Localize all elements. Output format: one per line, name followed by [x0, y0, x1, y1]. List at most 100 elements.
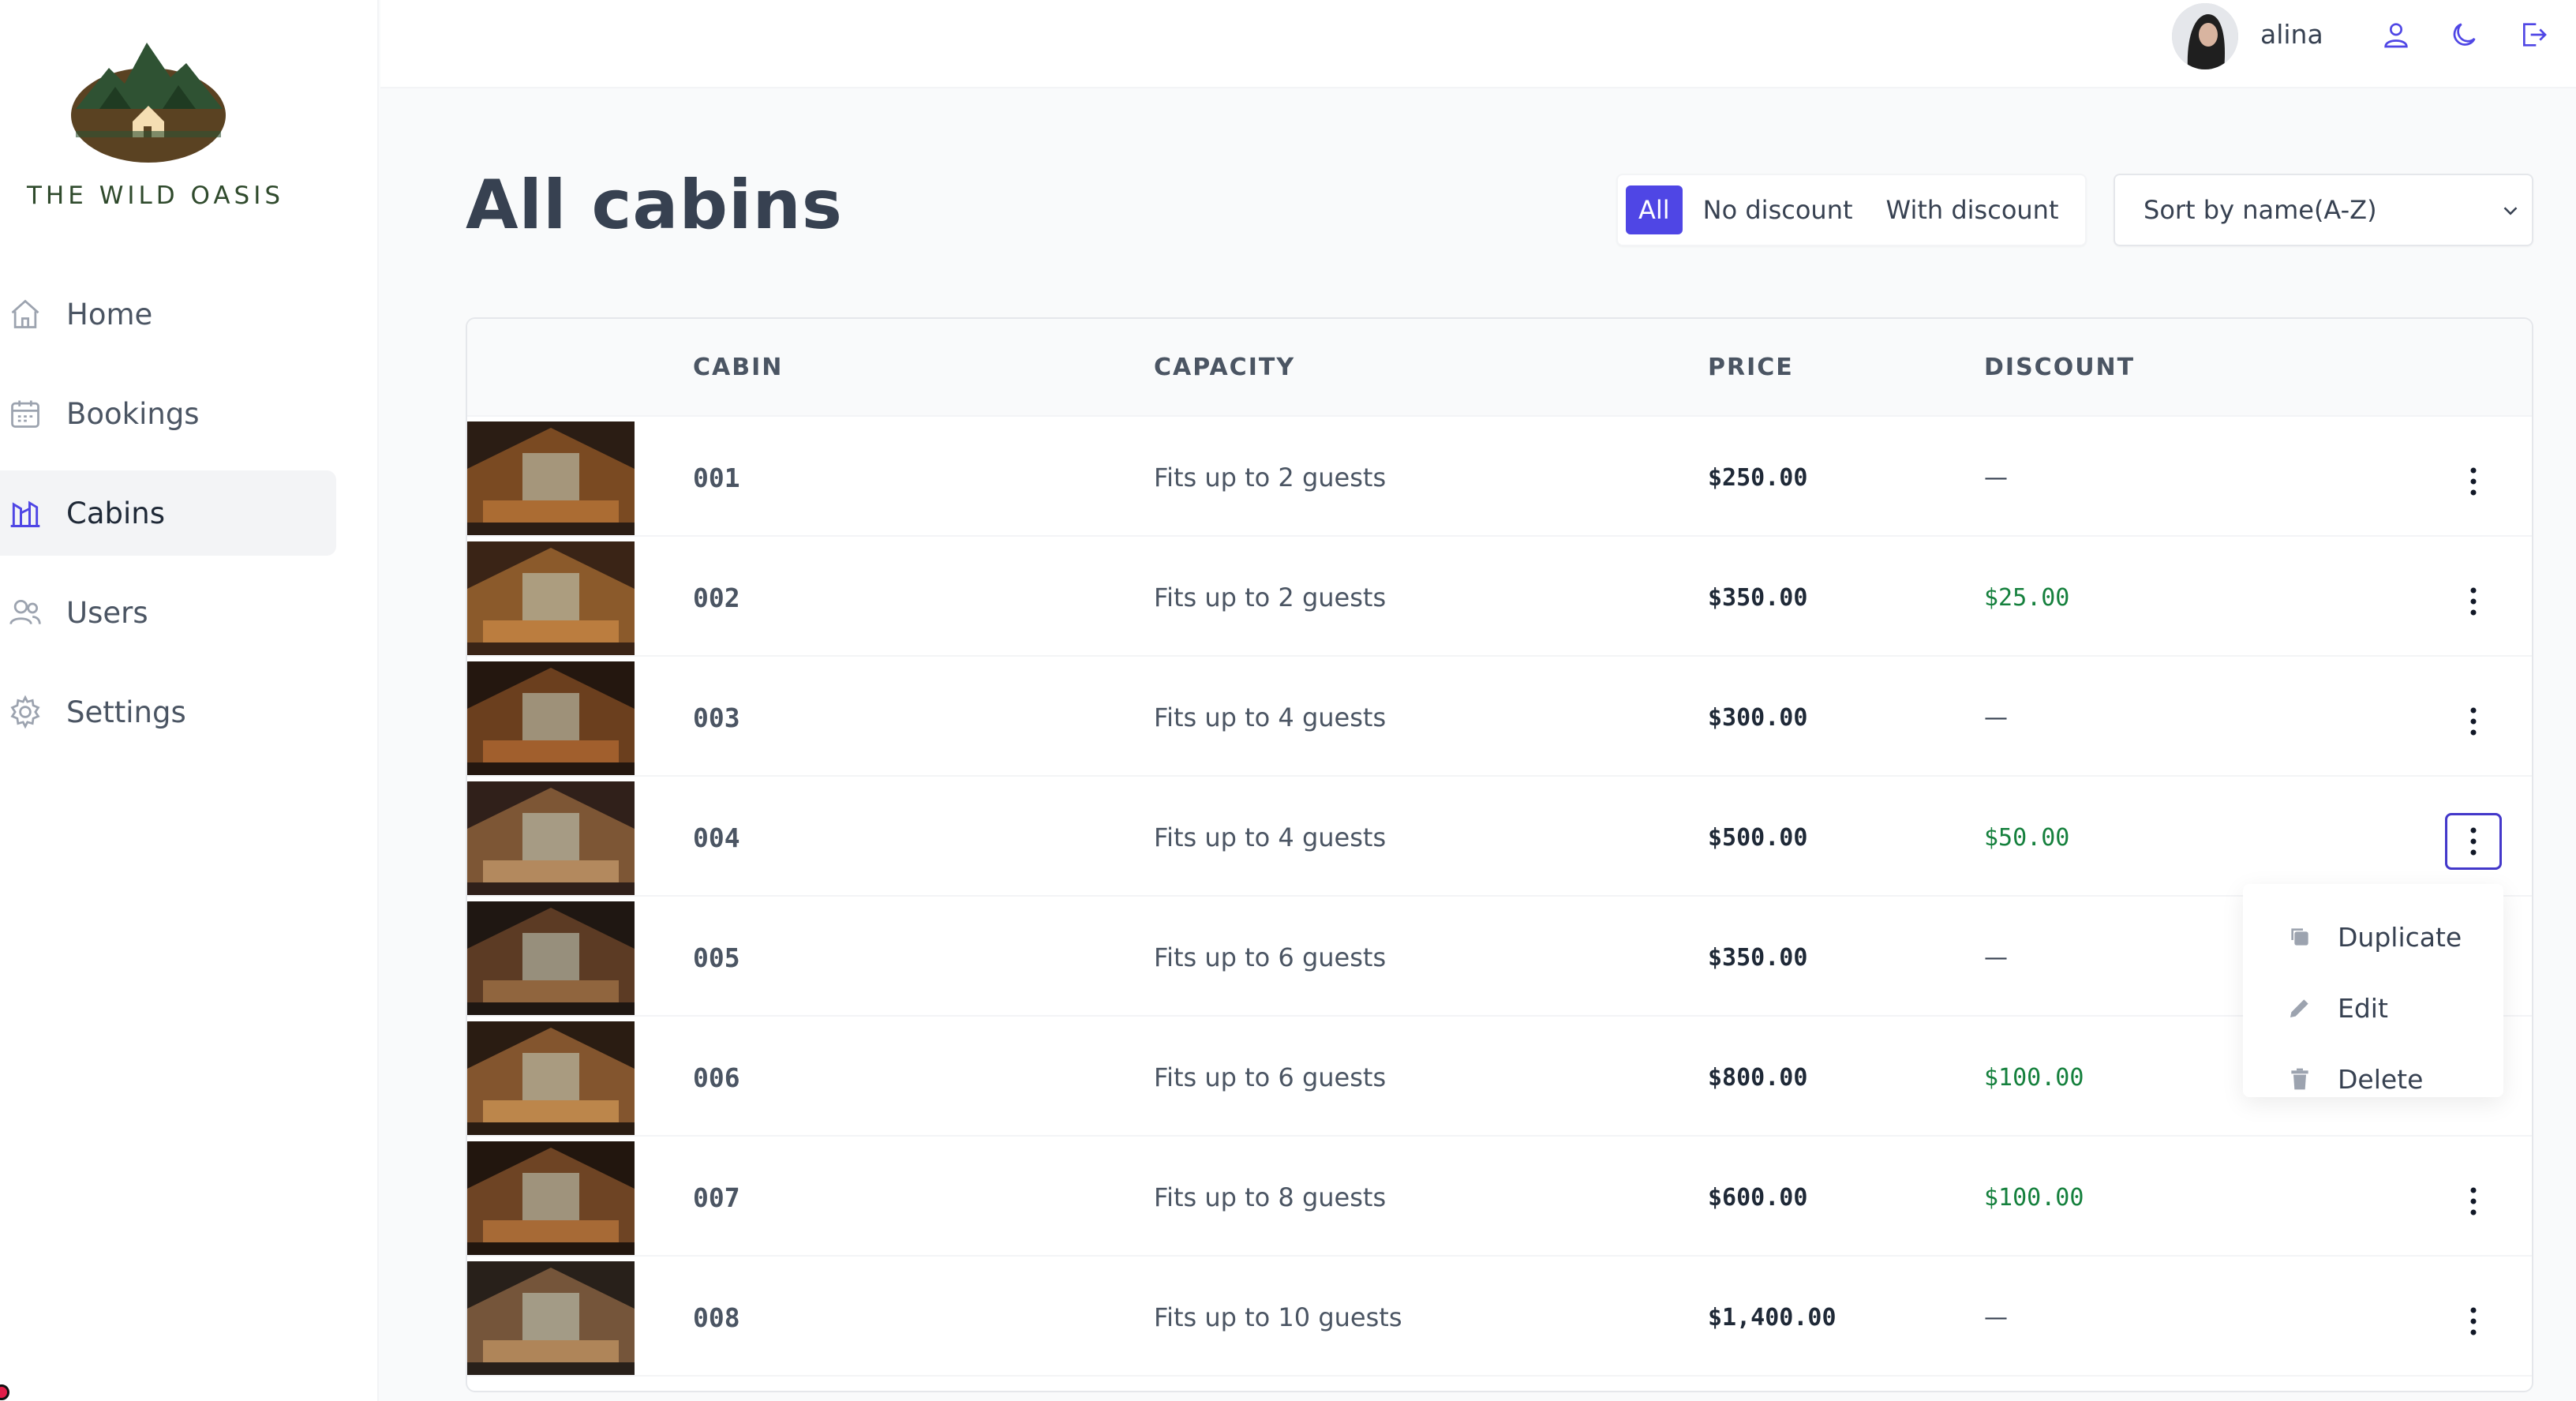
row-actions-button[interactable] — [2445, 813, 2502, 870]
sidebar-item-label: Home — [66, 297, 153, 332]
cabin-image — [467, 1261, 635, 1375]
brand-name: THE WILD OASIS — [27, 182, 285, 210]
row-actions-button[interactable] — [2445, 1293, 2502, 1350]
cabin-capacity: Fits up to 2 guests — [1154, 463, 1387, 493]
cabin-image — [467, 421, 635, 535]
gear-icon — [8, 695, 43, 729]
cabin-discount: $100.00 — [1984, 1184, 2084, 1212]
sidebar-item-settings[interactable]: Settings — [0, 669, 336, 755]
cabin-price: $350.00 — [1708, 584, 1808, 612]
sidebar: THE WILD OASIS Home Bookings Cabins User… — [0, 0, 379, 1401]
cabin-price: $1,400.00 — [1708, 1304, 1837, 1332]
cabin-name: 003 — [693, 702, 740, 733]
cabin-discount: — — [1984, 944, 2008, 972]
cabin-discount: — — [1984, 464, 2008, 492]
sidebar-item-bookings[interactable]: Bookings — [0, 371, 336, 456]
table-row: 008 Fits up to 10 guests $1,400.00 — — [467, 1257, 2532, 1377]
sidebar-item-users[interactable]: Users — [0, 570, 336, 655]
cabin-discount: — — [1984, 704, 2008, 732]
cabin-discount: $25.00 — [1984, 584, 2070, 612]
sidebar-item-label: Settings — [66, 695, 186, 729]
cabin-image — [467, 781, 635, 895]
cabin-capacity: Fits up to 2 guests — [1154, 583, 1387, 612]
sidebar-nav: Home Bookings Cabins Users Settings — [0, 272, 336, 769]
row-context-menu: Duplicate Edit Delete — [2243, 884, 2503, 1097]
edit-menu-item[interactable]: Edit — [2243, 972, 2503, 1043]
cabin-name: 002 — [693, 583, 740, 613]
logo — [68, 36, 229, 163]
table-row: 004 Fits up to 4 guests $500.00 $50.00 — [467, 777, 2532, 897]
cabin-price: $350.00 — [1708, 944, 1808, 972]
menu-item-label: Duplicate — [2338, 921, 2462, 953]
status-dot — [0, 1384, 9, 1400]
sort-select[interactable]: Sort by name(A-Z) — [2114, 174, 2533, 246]
row-actions-button[interactable] — [2445, 693, 2502, 750]
kebab-menu-icon — [2470, 1187, 2477, 1216]
discount-filter: All No discount With discount — [1616, 174, 2087, 246]
dark-mode-toggle-icon[interactable] — [2445, 16, 2483, 54]
duplicate-icon — [2284, 921, 2316, 953]
sidebar-item-label: Users — [66, 595, 148, 630]
cabins-icon — [8, 496, 43, 530]
cabin-price: $300.00 — [1708, 704, 1808, 732]
cabin-price: $600.00 — [1708, 1184, 1808, 1212]
sidebar-item-home[interactable]: Home — [0, 272, 336, 357]
table-row: 007 Fits up to 8 guests $600.00 $100.00 — [467, 1137, 2532, 1257]
cabin-capacity: Fits up to 4 guests — [1154, 822, 1387, 852]
cabin-name: 007 — [693, 1182, 740, 1213]
menu-item-label: Edit — [2338, 992, 2388, 1024]
cabin-discount: $100.00 — [1984, 1064, 2084, 1092]
users-icon — [8, 595, 43, 630]
cabin-name: 006 — [693, 1062, 740, 1093]
menu-item-label: Delete — [2338, 1063, 2424, 1095]
kebab-menu-icon — [2470, 467, 2477, 496]
duplicate-menu-item[interactable]: Duplicate — [2243, 901, 2503, 972]
kebab-menu-icon — [2470, 1307, 2477, 1335]
cabin-discount: $50.00 — [1984, 824, 2070, 852]
avatar[interactable] — [2172, 3, 2238, 69]
cabin-capacity: Fits up to 4 guests — [1154, 702, 1387, 732]
table-row: 006 Fits up to 6 guests $800.00 $100.00 — [467, 1017, 2532, 1137]
cabin-image — [467, 901, 635, 1015]
table-row: 002 Fits up to 2 guests $350.00 $25.00 — [467, 537, 2532, 657]
cabin-image — [467, 541, 635, 655]
sort-select-value: Sort by name(A-Z) — [2144, 195, 2377, 225]
filter-with-discount-button[interactable]: With discount — [1874, 185, 2072, 234]
row-actions-button[interactable] — [2445, 1173, 2502, 1230]
cabins-table: CABIN CAPACITY PRICE DISCOUNT 001 Fits up… — [466, 317, 2533, 1392]
trash-icon — [2284, 1063, 2316, 1095]
kebab-menu-icon — [2470, 587, 2477, 616]
cabin-image — [467, 1021, 635, 1135]
filter-no-discount-button[interactable]: No discount — [1690, 185, 1866, 234]
username: alina — [2260, 19, 2323, 50]
cabin-capacity: Fits up to 10 guests — [1154, 1302, 1402, 1332]
cabin-price: $800.00 — [1708, 1064, 1808, 1092]
delete-menu-item[interactable]: Delete — [2243, 1043, 2503, 1114]
column-header-price: PRICE — [1708, 354, 1794, 381]
table-header: CABIN CAPACITY PRICE DISCOUNT — [467, 319, 2532, 417]
row-actions-button[interactable] — [2445, 573, 2502, 630]
filter-all-button[interactable]: All — [1626, 185, 1683, 234]
logout-icon[interactable] — [2514, 16, 2552, 54]
kebab-menu-icon — [2470, 827, 2477, 856]
cabin-name: 005 — [693, 942, 740, 973]
kebab-menu-icon — [2470, 707, 2477, 736]
cabin-discount: — — [1984, 1304, 2008, 1332]
calendar-icon — [8, 396, 43, 431]
cabin-name: 001 — [693, 463, 740, 493]
column-header-capacity: CAPACITY — [1154, 354, 1296, 381]
chevron-down-icon — [2499, 199, 2522, 223]
column-header-cabin: CABIN — [693, 354, 784, 381]
top-header: alina — [380, 0, 2576, 88]
table-row: 001 Fits up to 2 guests $250.00 — — [467, 417, 2532, 537]
page-title: All cabins — [466, 166, 843, 245]
sidebar-item-label: Cabins — [66, 496, 166, 530]
cabin-capacity: Fits up to 6 guests — [1154, 1062, 1387, 1092]
row-actions-button[interactable] — [2445, 453, 2502, 510]
table-row: 005 Fits up to 6 guests $350.00 — — [467, 897, 2532, 1017]
user-account-icon[interactable] — [2377, 16, 2415, 54]
table-row: 003 Fits up to 4 guests $300.00 — — [467, 657, 2532, 777]
pencil-icon — [2284, 992, 2316, 1024]
sidebar-item-cabins[interactable]: Cabins — [0, 470, 336, 556]
cabin-image — [467, 661, 635, 775]
